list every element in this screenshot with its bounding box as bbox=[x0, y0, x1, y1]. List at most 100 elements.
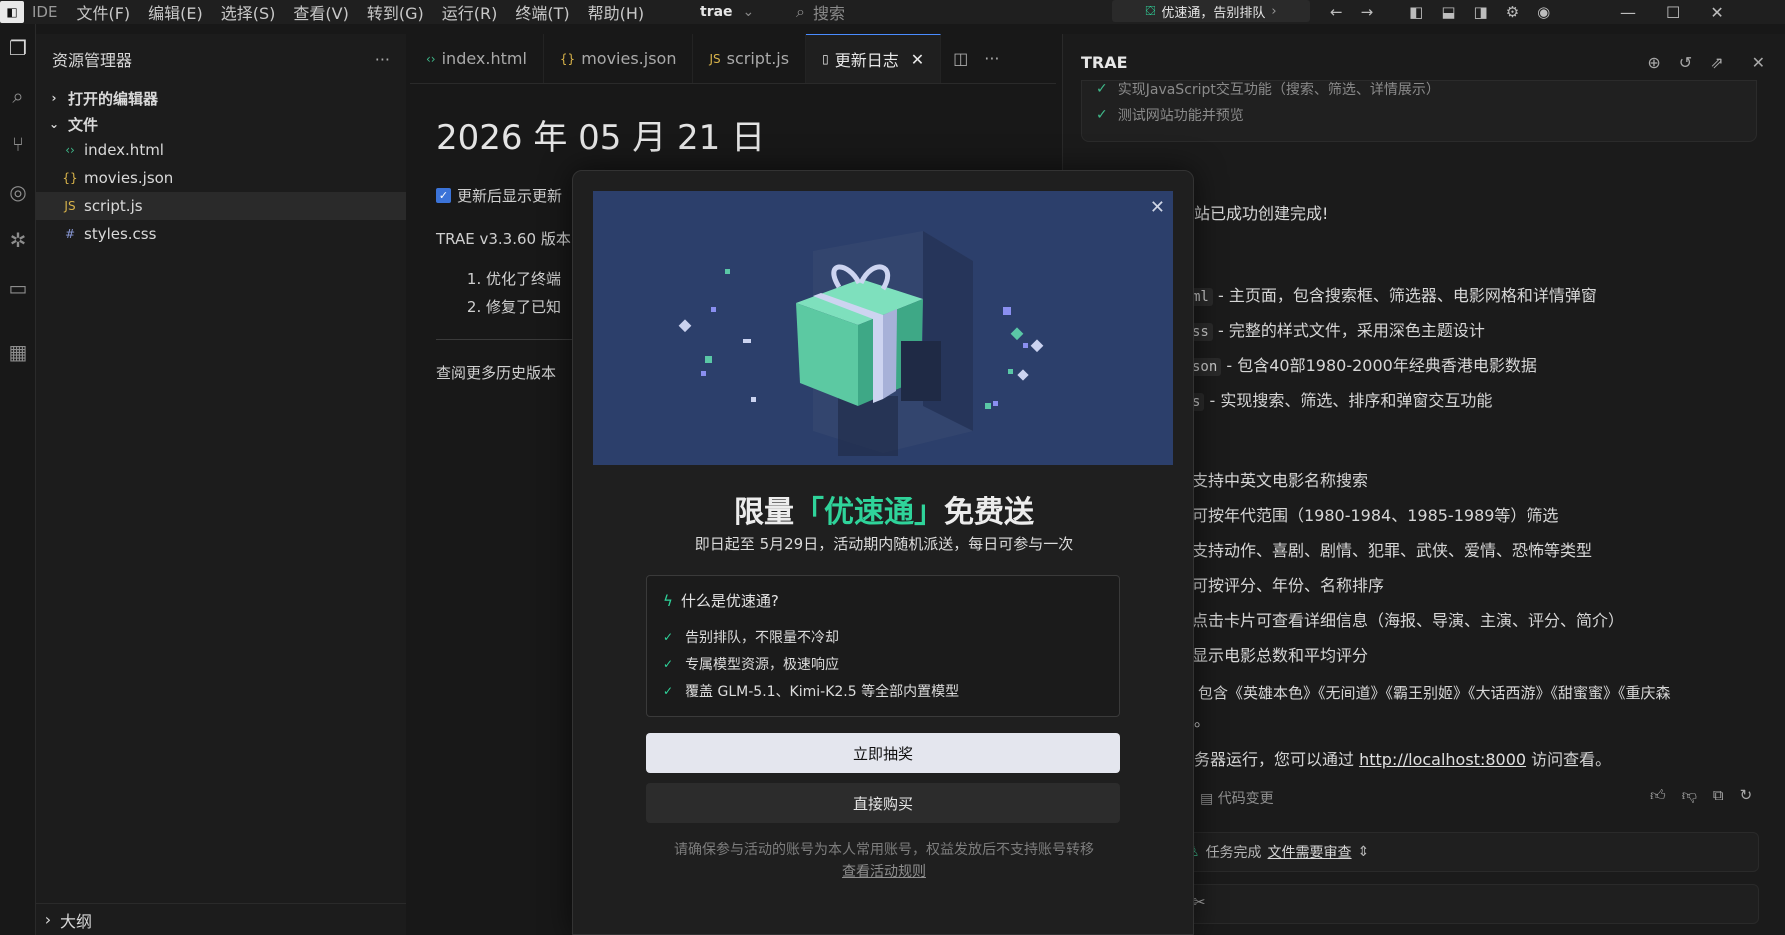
gift-icon: ⛋ bbox=[1145, 3, 1156, 19]
tab-index-html[interactable]: ‹› index.html bbox=[410, 34, 544, 83]
outline-section[interactable]: › 大纲 bbox=[36, 903, 406, 935]
ai-msg-file-4: s - 实现搜索、筛选、排序和弹窗交互功能 bbox=[1188, 387, 1492, 411]
tab-changelog[interactable]: ▯ 更新日志 ✕ bbox=[806, 34, 942, 83]
workspace-switcher[interactable]: trae ⌄ bbox=[700, 0, 754, 24]
file-item-movies-json[interactable]: {} movies.json bbox=[36, 164, 406, 192]
localhost-link[interactable]: http://localhost:8000 bbox=[1359, 750, 1526, 769]
ai-msg-file-2: ss - 完整的样式文件，采用深色主题设计 bbox=[1188, 317, 1485, 341]
open-editors-section[interactable]: › 打开的编辑器 bbox=[36, 84, 406, 112]
file-diff-icon: ▤ bbox=[1200, 791, 1214, 807]
file-desc: - 包含40部1980-2000年经典香港电影数据 bbox=[1226, 356, 1537, 375]
note-text: 请确保参与活动的账号为本人常用账号，权益发放后不支持账号转移 bbox=[674, 842, 1094, 858]
chevron-right-icon: › bbox=[51, 91, 57, 105]
source-control-icon[interactable]: ⑂ bbox=[0, 120, 36, 168]
file-name: styles.css bbox=[84, 225, 157, 243]
review-files-link[interactable]: 文件需要审查 bbox=[1268, 842, 1352, 862]
buy-button[interactable]: 直接购买 bbox=[646, 783, 1120, 823]
check-circle-icon: ✓ bbox=[1096, 81, 1108, 97]
regenerate-icon[interactable]: ↻ bbox=[1740, 786, 1753, 805]
menu-terminal[interactable]: 终端(T) bbox=[506, 0, 578, 24]
file-desc: - 实现搜索、筛选、排序和弹窗交互功能 bbox=[1209, 391, 1493, 410]
search-icon[interactable]: ⌕ bbox=[0, 72, 36, 120]
more-actions-icon[interactable]: ··· bbox=[984, 49, 999, 68]
remote-monitor-icon[interactable]: ▭ bbox=[0, 264, 36, 312]
lottery-button[interactable]: 立即抽奖 bbox=[646, 733, 1120, 773]
ai-msg-server: 务器运行，您可以通过 http://localhost:8000 访问查看。 bbox=[1194, 746, 1611, 770]
minimize-icon[interactable]: — bbox=[1620, 3, 1636, 22]
file-item-script-js[interactable]: JS script.js bbox=[36, 192, 406, 220]
editor-tab-actions: ◫ ··· bbox=[941, 34, 1011, 83]
task-item: ✓ 测试网站功能并预览 bbox=[1096, 105, 1244, 125]
tab-movies-json[interactable]: {} movies.json bbox=[544, 34, 694, 83]
ai-msg-feature-2: 可按年代范围（1980-1984、1985-1989等）筛选 bbox=[1192, 506, 1559, 525]
explorer-panel: 资源管理器 ··· › 打开的编辑器 ⌄ 文件 ‹› index.html {}… bbox=[36, 34, 406, 935]
task-status-bar[interactable]: ♙ 任务完成 文件需要审查 ⇕ bbox=[1176, 832, 1759, 872]
file-desc: - 主页面，包含搜索框、筛选器、电影网格和详情弹窗 bbox=[1217, 286, 1597, 305]
ai-msg-file-1: ml - 主页面，包含搜索框、筛选器、电影网格和详情弹窗 bbox=[1188, 282, 1597, 306]
thumbs-up-icon[interactable]: 👍︎ bbox=[1650, 786, 1666, 805]
window-controls: — ☐ ✕ bbox=[1620, 0, 1724, 24]
chevron-updown-icon: ⇕ bbox=[1357, 844, 1370, 860]
history-icon[interactable]: ↺ bbox=[1679, 53, 1692, 72]
folder-section[interactable]: ⌄ 文件 bbox=[36, 112, 406, 136]
close-window-icon[interactable]: ✕ bbox=[1710, 3, 1723, 22]
open-external-icon[interactable]: ⇗ bbox=[1710, 53, 1723, 72]
tab-script-js[interactable]: JS script.js bbox=[693, 34, 807, 83]
rules-link[interactable]: 查看活动规则 bbox=[842, 864, 926, 880]
promo-modal: ✕ 限量「优速通」免费送 即日起至 5月29日，活动期内随机派送，每日可参与一次… bbox=[572, 170, 1194, 935]
title-prefix: 限量 bbox=[734, 495, 794, 530]
toggle-panel-icon[interactable]: ⬓ bbox=[1441, 3, 1455, 21]
menu-help[interactable]: 帮助(H) bbox=[579, 0, 654, 24]
extensions-grid-icon[interactable]: ▦ bbox=[0, 328, 36, 376]
explorer-files-icon[interactable]: ❐ bbox=[0, 24, 36, 72]
message-actions: 👍︎ 👎︎ ⧉ ↻ bbox=[1650, 786, 1752, 805]
debug-bug-icon[interactable]: ✲ bbox=[0, 216, 36, 264]
menu-file[interactable]: 文件(F) bbox=[67, 0, 139, 24]
close-tab-icon[interactable]: ✕ bbox=[911, 50, 924, 69]
menu-selection[interactable]: 选择(S) bbox=[212, 0, 285, 24]
split-editor-icon[interactable]: ◫ bbox=[953, 49, 968, 68]
ai-panel-title: TRAE bbox=[1081, 52, 1128, 72]
menu-go[interactable]: 转到(G) bbox=[358, 0, 433, 24]
copy-icon[interactable]: ⧉ bbox=[1713, 786, 1724, 805]
promo-label: 优速通，告别排队 bbox=[1161, 5, 1266, 21]
maximize-icon[interactable]: ☐ bbox=[1666, 3, 1680, 22]
preview-eye-icon[interactable]: ◎ bbox=[0, 168, 36, 216]
toggle-secondary-sidebar-icon[interactable]: ◨ bbox=[1474, 3, 1488, 21]
file-name: script.js bbox=[84, 197, 143, 215]
file-item-styles-css[interactable]: # styles.css bbox=[36, 220, 406, 248]
menu-run[interactable]: 运行(R) bbox=[433, 0, 507, 24]
ai-msg-feature-6: 显示电影总数和平均评分 bbox=[1192, 646, 1369, 665]
chevron-down-icon: ⌄ bbox=[48, 117, 60, 131]
app-logo-icon: ◧ bbox=[0, 1, 24, 23]
more-actions-icon[interactable]: ··· bbox=[375, 50, 390, 69]
workspace-name: trae bbox=[700, 4, 733, 20]
menu-edit[interactable]: 编辑(E) bbox=[139, 0, 212, 24]
code-changes-button[interactable]: ▤ 代码变更 bbox=[1200, 788, 1274, 808]
folder-label: 文件 bbox=[68, 115, 99, 134]
command-search[interactable]: ⌕ 搜索 bbox=[796, 0, 845, 24]
chat-input-area[interactable]: ✂ bbox=[1176, 884, 1759, 924]
settings-gear-icon[interactable]: ⚙ bbox=[1506, 3, 1519, 21]
promo-button[interactable]: ⛋ 优速通，告别排队 › bbox=[1112, 0, 1310, 22]
explorer-header: 资源管理器 ··· bbox=[36, 34, 406, 84]
title-highlight: 「优速通」 bbox=[794, 495, 944, 530]
file-name: movies.json bbox=[84, 169, 174, 187]
account-avatar-icon[interactable]: ◉ bbox=[1537, 3, 1550, 21]
tools-icon[interactable]: ✂ bbox=[1193, 893, 1206, 911]
thumbs-down-icon[interactable]: 👎︎ bbox=[1682, 786, 1697, 805]
ai-msg-file-3: son - 包含40部1980-2000年经典香港电影数据 bbox=[1188, 352, 1537, 376]
check-icon: ✓ bbox=[663, 656, 674, 671]
close-modal-icon[interactable]: ✕ bbox=[1150, 197, 1165, 218]
toggle-sidebar-icon[interactable]: ◧ bbox=[1409, 3, 1423, 21]
forward-arrow-icon[interactable]: → bbox=[1361, 3, 1374, 21]
chevron-right-icon: › bbox=[44, 910, 52, 929]
back-arrow-icon[interactable]: ← bbox=[1330, 3, 1343, 21]
html-file-icon: ‹› bbox=[426, 51, 436, 66]
menu-view[interactable]: 查看(V) bbox=[284, 0, 357, 24]
json-file-icon: {} bbox=[62, 171, 78, 185]
new-chat-icon[interactable]: ⊕ bbox=[1647, 53, 1660, 72]
modal-note: 请确保参与活动的账号为本人常用账号，权益发放后不支持账号转移 查看活动规则 bbox=[573, 839, 1195, 883]
file-item-index-html[interactable]: ‹› index.html bbox=[36, 136, 406, 164]
close-panel-icon[interactable]: ✕ bbox=[1752, 53, 1765, 72]
